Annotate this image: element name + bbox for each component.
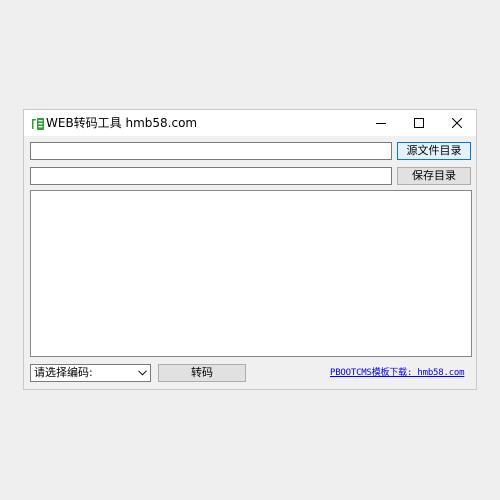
minimize-icon: [376, 123, 386, 124]
title-bar[interactable]: WEB转码工具 hmb58.com: [24, 110, 476, 136]
source-directory-button[interactable]: 源文件目录: [397, 142, 471, 160]
app-window: WEB转码工具 hmb58.com 源文件目录 保存目录 请选择编码: 转码 P…: [23, 109, 477, 390]
close-button[interactable]: [438, 110, 476, 136]
save-directory-input[interactable]: [30, 167, 392, 185]
app-icon: [30, 116, 46, 132]
log-output-area[interactable]: [30, 190, 472, 357]
source-directory-input[interactable]: [30, 142, 392, 160]
window-title: WEB转码工具 hmb58.com: [46, 116, 198, 130]
encoding-select-value: 请选择编码:: [34, 366, 93, 379]
save-directory-button[interactable]: 保存目录: [397, 167, 471, 185]
chevron-down-icon: [138, 370, 147, 376]
convert-button[interactable]: 转码: [158, 364, 246, 382]
encoding-select[interactable]: 请选择编码:: [30, 364, 151, 382]
minimize-button[interactable]: [362, 110, 400, 136]
maximize-button[interactable]: [400, 110, 438, 136]
template-download-link[interactable]: PBOOTCMS模板下载: hmb58.com: [330, 367, 465, 379]
maximize-icon: [414, 118, 424, 128]
close-icon: [452, 118, 462, 128]
